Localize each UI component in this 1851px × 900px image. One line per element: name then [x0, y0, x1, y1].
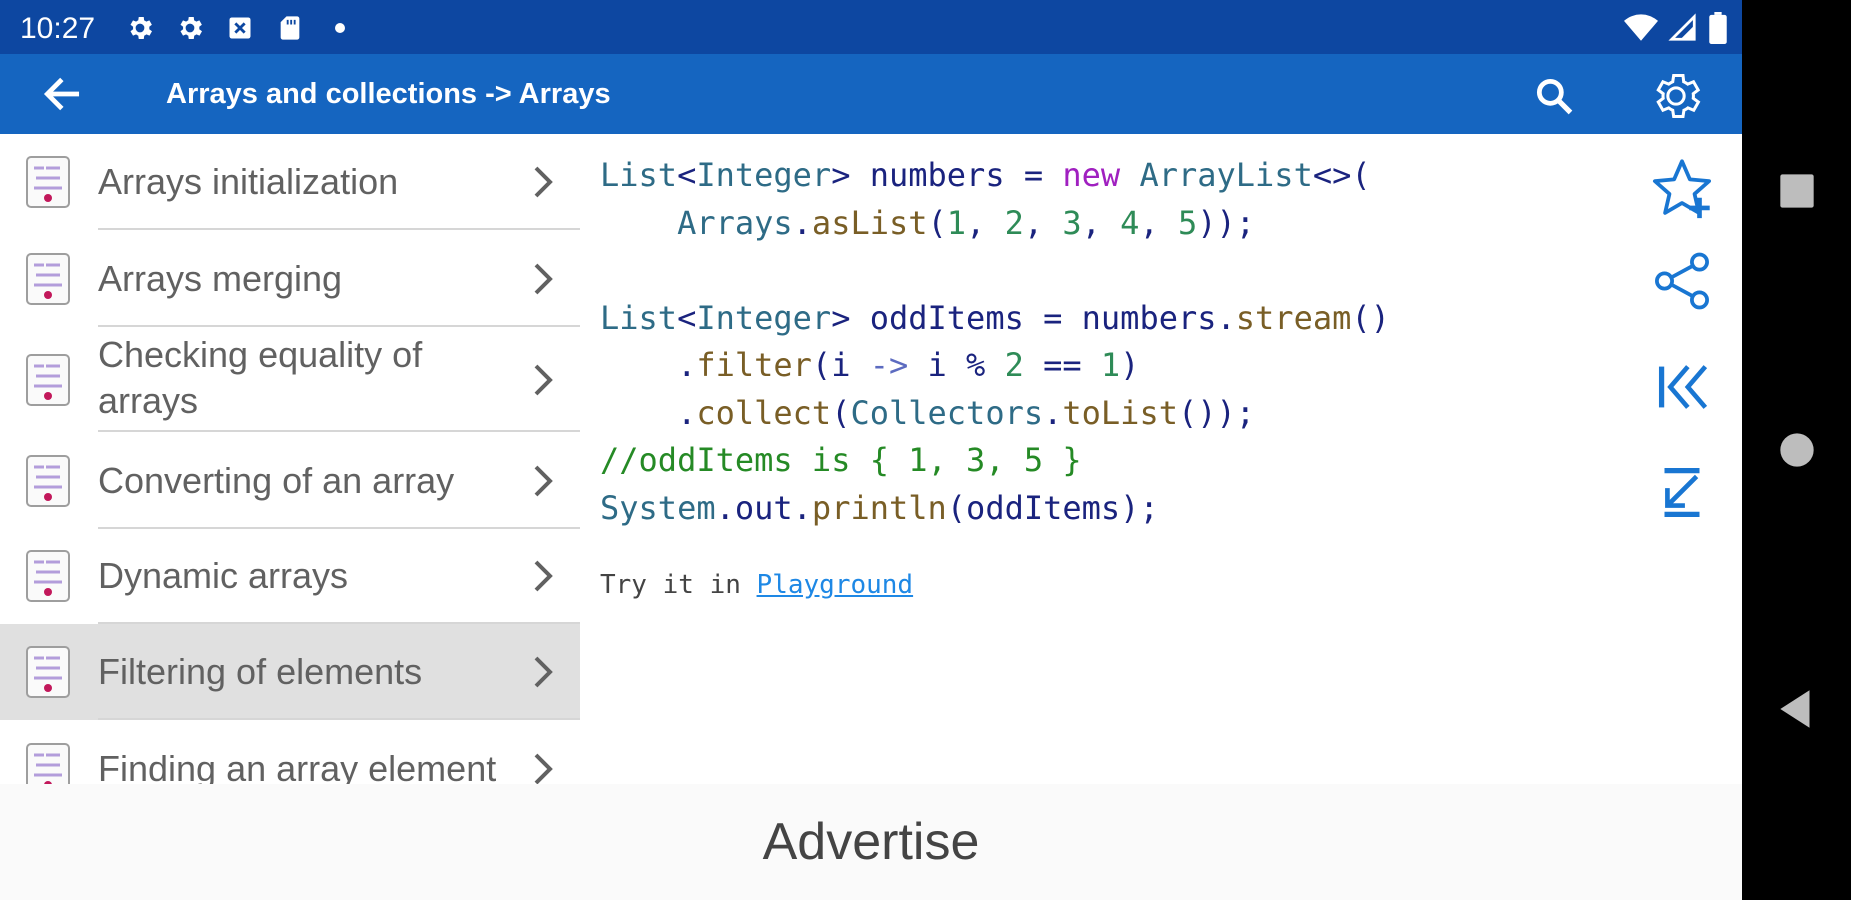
page-title: Arrays and collections -> Arrays — [166, 78, 611, 110]
gear-icon — [174, 12, 206, 44]
chevron-right-icon — [530, 360, 558, 400]
back-arrow-icon[interactable] — [40, 72, 84, 116]
code-line: //oddItems is { 1, 3, 5 } — [600, 441, 1082, 479]
star-add-icon[interactable] — [1647, 154, 1717, 224]
code-document-icon — [24, 251, 72, 307]
code-document-icon — [24, 741, 72, 784]
gear-icon — [124, 12, 156, 44]
try-prefix: Try it in — [600, 570, 757, 600]
topic-label: Converting of an array — [98, 460, 455, 501]
topic-label: Arrays merging — [98, 258, 343, 299]
divider — [98, 228, 580, 230]
settings-icon[interactable] — [1648, 68, 1704, 124]
share-icon[interactable] — [1647, 246, 1717, 316]
ad-banner[interactable]: Advertise — [0, 784, 1742, 900]
app-screen: 10:27 Arrays and collections -> Arrays A… — [0, 0, 1742, 900]
divider — [98, 718, 580, 720]
skip-first-icon[interactable] — [1647, 352, 1717, 422]
topic-label: Checking equality of arrays — [98, 334, 423, 421]
list-item-topic[interactable]: Finding an array element — [0, 721, 580, 784]
dot-icon — [324, 12, 356, 44]
topic-label: Finding an array element — [98, 748, 497, 784]
sd-card-icon — [274, 12, 306, 44]
skip-last-icon[interactable] — [1647, 456, 1717, 526]
divider — [98, 430, 580, 432]
chevron-right-icon — [530, 461, 558, 501]
topic-list: Arrays initialization Arrays merging Check… — [0, 134, 580, 784]
battery-icon — [1708, 12, 1728, 49]
side-actions — [1625, 134, 1742, 784]
chevron-right-icon — [530, 556, 558, 596]
code-panel: List<Integer> numbers = new ArrayList<>(… — [580, 134, 1625, 784]
code-line: System.out.println(oddItems); — [600, 488, 1159, 527]
signal-icon — [1668, 13, 1698, 48]
search-icon[interactable] — [1532, 74, 1576, 118]
code-document-icon — [24, 154, 72, 210]
wifi-icon — [1624, 13, 1658, 48]
list-item-topic[interactable]: Converting of an array — [0, 433, 580, 529]
topic-label: Dynamic arrays — [98, 555, 349, 596]
system-nav-bar — [1742, 0, 1851, 900]
code-block: List<Integer> numbers = new ArrayList<>(… — [600, 152, 1390, 532]
chevron-right-icon — [530, 259, 558, 299]
list-item-topic[interactable]: Arrays merging — [0, 231, 580, 327]
code-line: .collect(Collectors.toList()); — [600, 393, 1256, 432]
app-bar: Arrays and collections -> Arrays — [0, 54, 1742, 134]
topic-label: Filtering of elements — [98, 651, 423, 692]
playground-link[interactable]: Playground — [757, 570, 914, 600]
code-line: .filter(i -> i % 2 == 1) — [600, 346, 1140, 384]
list-item-topic[interactable]: Filtering of elements — [0, 624, 580, 720]
recents-icon[interactable] — [1772, 166, 1822, 216]
code-document-icon — [24, 644, 72, 700]
status-notification-icons — [124, 12, 356, 44]
chevron-right-icon — [530, 162, 558, 202]
status-system-icons — [1624, 12, 1728, 49]
home-icon[interactable] — [1772, 425, 1822, 475]
back-icon[interactable] — [1772, 684, 1822, 734]
code-line: List<Integer> oddItems = numbers.stream(… — [600, 298, 1390, 337]
x-box-icon — [224, 12, 256, 44]
code-document-icon — [24, 453, 72, 509]
status-bar: 10:27 — [0, 0, 1742, 54]
try-it-text: Try it in Playground — [600, 570, 913, 600]
code-line: Arrays.asList(1, 2, 3, 4, 5)); — [677, 203, 1256, 242]
divider — [98, 325, 580, 327]
code-document-icon — [24, 352, 72, 408]
code-document-icon — [24, 548, 72, 604]
list-item-topic[interactable]: Checking equality of arrays — [0, 328, 580, 432]
topic-label: Arrays initialization — [98, 161, 399, 202]
list-item-topic[interactable]: Dynamic arrays — [0, 528, 580, 624]
status-time: 10:27 — [20, 12, 96, 45]
chevron-right-icon — [530, 652, 558, 692]
chevron-right-icon — [530, 749, 558, 784]
code-line: List<Integer> numbers = new ArrayList<>( — [600, 156, 1371, 194]
ad-label: Advertise — [762, 813, 980, 871]
list-item-topic[interactable]: Arrays initialization — [0, 134, 580, 230]
